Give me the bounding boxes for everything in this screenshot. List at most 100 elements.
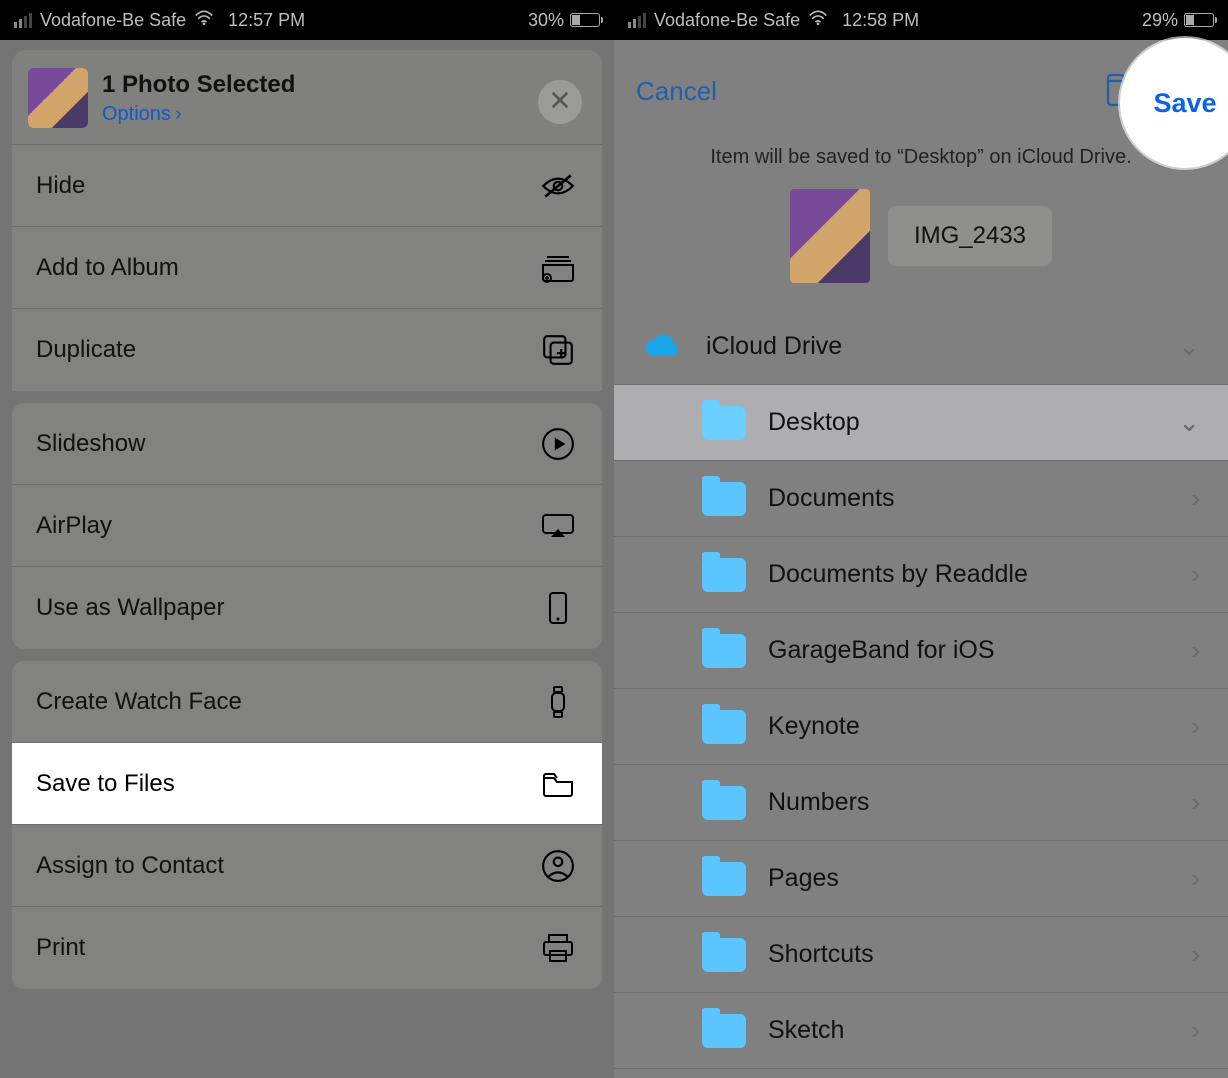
location-item[interactable]: Pages › <box>614 841 1228 917</box>
location-item[interactable]: Desktop⌄ <box>614 385 1228 461</box>
location-label: Keynote <box>768 712 860 741</box>
folder-icon <box>698 634 750 668</box>
play-circle-icon <box>538 427 578 461</box>
watch-icon <box>538 685 578 719</box>
location-label: Pages <box>768 864 839 893</box>
folder-icon <box>538 767 578 801</box>
location-item[interactable]: Shortcuts › <box>614 917 1228 993</box>
options-label: Options <box>102 103 171 126</box>
photo-thumbnail <box>28 68 88 128</box>
location-root-icloud[interactable]: iCloud Drive ⌄ <box>614 309 1228 385</box>
folder-icon <box>698 786 750 820</box>
save-to-files-screen: Vodafone-Be Safe 12:58 PM 29% Cancel Sav… <box>614 0 1228 1078</box>
status-time: 12:58 PM <box>842 10 919 31</box>
action-label: Duplicate <box>36 336 136 364</box>
chevron-right-icon: › <box>1191 483 1200 514</box>
battery-icon <box>1184 13 1214 27</box>
location-label: Documents <box>768 484 894 513</box>
folder-icon <box>698 862 750 896</box>
folder-icon <box>698 558 750 592</box>
location-label: Sketch <box>768 1016 844 1045</box>
action-use-as-wallpaper[interactable]: Use as Wallpaper <box>12 567 602 649</box>
chevron-down-icon: ⌄ <box>1178 407 1200 438</box>
action-duplicate[interactable]: Duplicate <box>12 309 602 391</box>
location-label: iCloud Drive <box>706 332 842 361</box>
location-list: iCloud Drive ⌄ Desktop⌄Documents›Documen… <box>614 309 1228 1069</box>
share-sheet-title: 1 Photo Selected <box>102 71 295 99</box>
location-item[interactable]: Keynote› <box>614 689 1228 765</box>
action-label: Hide <box>36 172 85 200</box>
options-link[interactable]: Options › <box>102 103 295 126</box>
signal-bars-icon <box>628 13 646 28</box>
chevron-down-icon: ⌄ <box>1178 331 1200 362</box>
action-assign-to-contact[interactable]: Assign to Contact <box>12 825 602 907</box>
chevron-right-icon: › <box>1191 559 1200 590</box>
action-add-to-album[interactable]: Add to Album <box>12 227 602 309</box>
share-sheet-header: 1 Photo Selected Options › <box>12 50 602 144</box>
album-add-icon <box>538 251 578 285</box>
contact-icon <box>538 849 578 883</box>
location-item[interactable]: Sketch › <box>614 993 1228 1069</box>
chevron-right-icon: › <box>1191 1015 1200 1046</box>
close-icon <box>549 89 571 116</box>
airplay-icon <box>538 509 578 543</box>
nav-bar: Cancel Save <box>614 40 1228 142</box>
carrier-label: Vodafone-Be Safe <box>654 10 800 31</box>
action-label: AirPlay <box>36 512 112 540</box>
folder-icon <box>698 1014 750 1048</box>
folder-icon <box>698 710 750 744</box>
status-bar: Vodafone-Be Safe 12:58 PM 29% <box>614 0 1228 40</box>
signal-bars-icon <box>14 13 32 28</box>
filename-field[interactable]: IMG_2433 <box>888 206 1052 266</box>
action-label: Use as Wallpaper <box>36 594 225 622</box>
action-group: Slideshow AirPlay Use as Wallpaper <box>12 403 602 649</box>
chevron-right-icon: › <box>1191 939 1200 970</box>
folder-icon <box>698 482 750 516</box>
phone-icon <box>538 591 578 625</box>
location-item[interactable]: GarageBand for iOS› <box>614 613 1228 689</box>
action-label: Slideshow <box>36 430 145 458</box>
chevron-right-icon: › <box>175 103 182 126</box>
duplicate-icon <box>538 333 578 367</box>
action-group: Create Watch Face Save to Files Assign t… <box>12 661 602 989</box>
battery-percent: 29% <box>1142 10 1178 31</box>
cancel-button[interactable]: Cancel <box>636 76 717 107</box>
location-label: Numbers <box>768 788 869 817</box>
wifi-icon <box>194 10 214 31</box>
action-slideshow[interactable]: Slideshow <box>12 403 602 485</box>
action-label: Add to Album <box>36 254 179 282</box>
battery-icon <box>570 13 600 27</box>
printer-icon <box>538 931 578 965</box>
location-label: Documents by Readdle <box>768 560 1028 589</box>
chevron-right-icon: › <box>1191 863 1200 894</box>
action-label: Assign to Contact <box>36 852 224 880</box>
action-label: Print <box>36 934 85 962</box>
save-preview: IMG_2433 <box>614 189 1228 283</box>
photo-thumbnail <box>790 189 870 283</box>
folder-icon <box>698 938 750 972</box>
action-airplay[interactable]: AirPlay <box>12 485 602 567</box>
carrier-label: Vodafone-Be Safe <box>40 10 186 31</box>
location-item[interactable]: Documents by Readdle › <box>614 537 1228 613</box>
chevron-right-icon: › <box>1191 635 1200 666</box>
status-time: 12:57 PM <box>228 10 305 31</box>
wifi-icon <box>808 10 828 31</box>
battery-percent: 30% <box>528 10 564 31</box>
action-label: Create Watch Face <box>36 688 242 716</box>
action-save-to-files[interactable]: Save to Files <box>12 743 602 825</box>
close-button[interactable] <box>538 80 582 124</box>
location-item[interactable]: Numbers› <box>614 765 1228 841</box>
action-create-watch-face[interactable]: Create Watch Face <box>12 661 602 743</box>
action-hide[interactable]: Hide <box>12 145 602 227</box>
action-label: Save to Files <box>36 770 175 798</box>
action-group: Hide Add to Album Duplicate <box>12 145 602 391</box>
action-print[interactable]: Print <box>12 907 602 989</box>
save-destination-caption: Item will be saved to “Desktop” on iClou… <box>614 146 1228 169</box>
icloud-icon <box>636 332 688 362</box>
save-button[interactable]: Save <box>1153 88 1216 119</box>
location-item[interactable]: Documents › <box>614 461 1228 537</box>
location-label: Shortcuts <box>768 940 874 969</box>
share-sheet-screen: Vodafone-Be Safe 12:57 PM 30% 1 Photo Se… <box>0 0 614 1078</box>
eye-slash-icon <box>538 169 578 203</box>
folder-icon <box>698 406 750 440</box>
